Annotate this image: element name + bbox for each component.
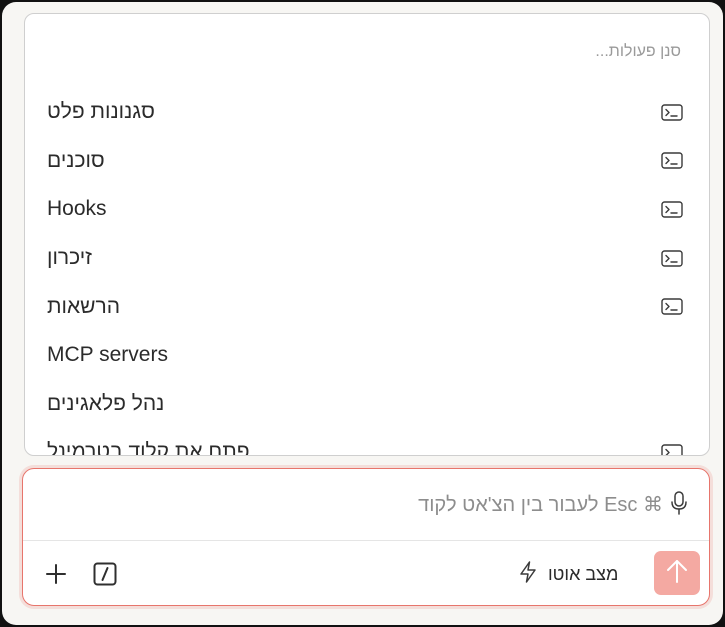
menu-item-label: MCP servers <box>47 343 168 367</box>
menu-item-permissions[interactable]: הרשאות <box>25 282 709 331</box>
terminal-icon <box>660 442 684 455</box>
menu-item-agents[interactable]: סוכנים <box>25 137 709 186</box>
app-window: סגנונות פלט סוכנים Hooks זיכרון <box>2 2 723 625</box>
menu-item-open-in-terminal[interactable]: פתח את קלוד בטרמינל <box>25 428 709 456</box>
terminal-icon <box>660 248 684 268</box>
command-list: סגנונות פלט סוכנים Hooks זיכרון הרשאות M… <box>25 88 709 456</box>
chat-composer: מצב אוטו <box>22 468 710 606</box>
menu-item-label: פתח את קלוד בטרמינל <box>47 440 250 456</box>
auto-mode-toggle[interactable]: מצב אוטו <box>518 559 618 589</box>
arrow-up-icon <box>666 558 688 589</box>
slash-command-icon[interactable] <box>92 561 118 587</box>
filter-actions-input[interactable] <box>81 39 681 65</box>
empty-icon-slot <box>660 345 684 365</box>
terminal-icon <box>660 102 684 122</box>
command-menu: סגנונות פלט סוכנים Hooks זיכרון <box>24 13 710 456</box>
menu-item-manage-plugins[interactable]: נהל פלאגינים <box>25 380 709 429</box>
menu-item-label: סוכנים <box>47 148 105 172</box>
prompt-input[interactable] <box>173 491 663 519</box>
menu-item-label: נהל פלאגינים <box>47 391 165 415</box>
menu-item-hooks[interactable]: Hooks <box>25 185 709 234</box>
send-button[interactable] <box>654 551 700 595</box>
empty-icon-slot <box>660 394 684 414</box>
terminal-icon <box>660 297 684 317</box>
menu-item-mcp-servers[interactable]: MCP servers <box>25 331 709 380</box>
composer-divider <box>23 540 709 541</box>
menu-item-label: הרשאות <box>47 294 121 318</box>
terminal-icon <box>660 151 684 171</box>
microphone-icon[interactable] <box>667 489 691 517</box>
mode-label: מצב אוטו <box>548 563 619 584</box>
terminal-icon <box>660 199 684 219</box>
menu-item-label: Hooks <box>47 197 107 221</box>
menu-item-output-styles[interactable]: סגנונות פלט <box>25 88 709 137</box>
menu-item-label: זיכרון <box>47 246 92 270</box>
menu-item-memory[interactable]: זיכרון <box>25 234 709 283</box>
lightning-icon <box>518 560 538 589</box>
menu-item-label: סגנונות פלט <box>47 100 155 124</box>
plus-icon[interactable] <box>43 561 69 587</box>
